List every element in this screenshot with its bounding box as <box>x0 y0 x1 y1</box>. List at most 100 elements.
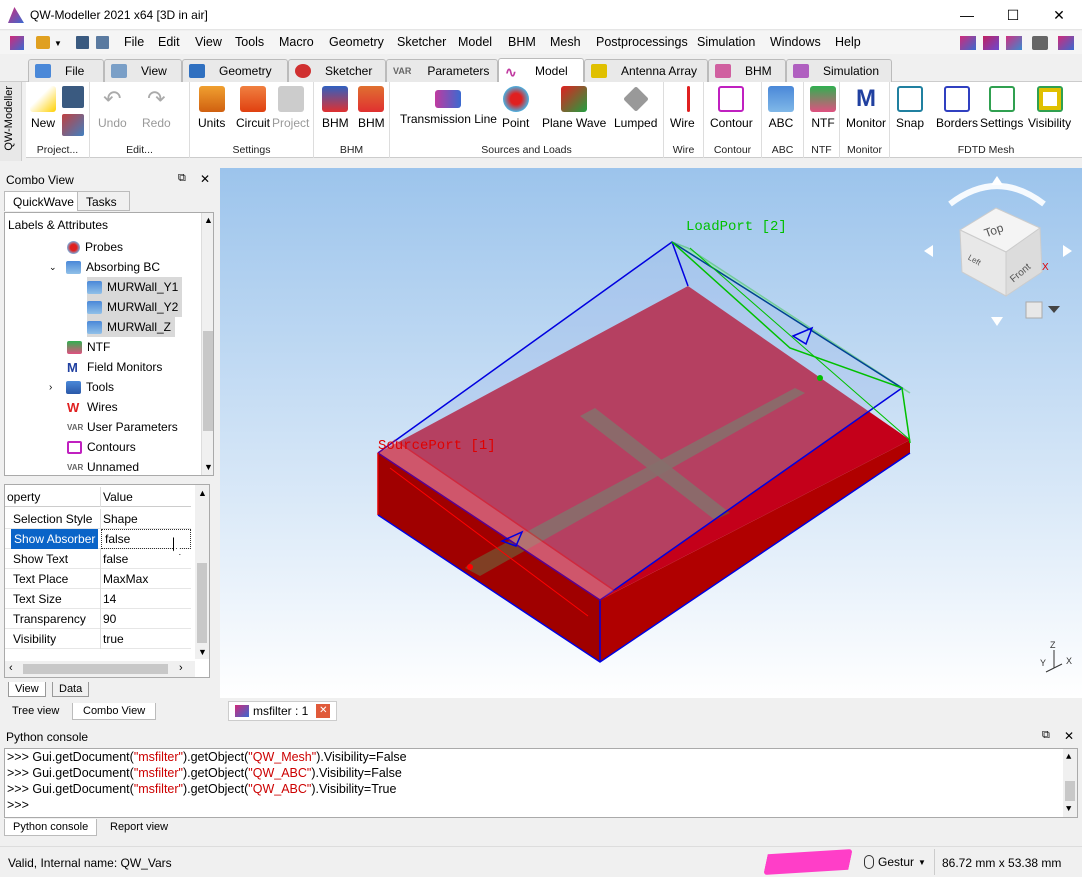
float-panel-icon[interactable]: ⧉ <box>178 172 186 185</box>
menu-geometry[interactable]: Geometry <box>329 35 384 49</box>
tab-view[interactable]: View <box>104 59 182 82</box>
scroll-up-icon[interactable]: ▲ <box>204 215 213 225</box>
scroll-thumb[interactable] <box>1065 781 1075 801</box>
tree-item-murwall-y1[interactable]: MURWall_Y1 <box>87 277 183 297</box>
3d-viewport[interactable]: LoadPort [2] SourcePort [1] Top Front Le… <box>220 168 1082 698</box>
tree-item-user-parameters[interactable]: VAR User Parameters <box>67 417 178 437</box>
collapse-arrow-icon[interactable]: › <box>49 382 61 393</box>
expand-arrow-icon[interactable]: ⌄ <box>49 262 61 273</box>
scroll-thumb[interactable] <box>23 664 168 674</box>
minimize-button[interactable]: — <box>944 0 990 30</box>
tab-tree-view[interactable]: Tree view <box>4 703 67 719</box>
tab-bhm[interactable]: BHM <box>708 59 786 82</box>
point-source-button[interactable]: Point <box>502 86 529 130</box>
scroll-up-icon[interactable]: ▲ <box>198 488 207 498</box>
menu-model[interactable]: Model <box>458 35 492 49</box>
property-row[interactable]: Text Size 14 <box>5 589 191 609</box>
props-hscrollbar[interactable]: ‹ › <box>5 661 195 677</box>
menu-sketcher[interactable]: Sketcher <box>397 35 446 49</box>
scroll-left-icon[interactable]: ‹ <box>9 662 13 674</box>
bhm-dropdown-button[interactable]: BHM <box>322 86 349 130</box>
scroll-thumb[interactable] <box>197 563 207 643</box>
new-button[interactable]: New <box>30 86 56 130</box>
plane-wave-button[interactable]: Plane Wave <box>542 86 606 130</box>
qw-tool-icon-5[interactable] <box>1058 36 1074 50</box>
borders-button[interactable]: Borders <box>936 86 978 130</box>
contour-button[interactable]: Contour <box>710 86 753 130</box>
visibility-button[interactable]: Visibility <box>1028 86 1071 130</box>
scroll-down-icon[interactable]: ▼ <box>1066 804 1071 814</box>
open-icon[interactable] <box>36 36 50 49</box>
toolbar-logo-icon[interactable] <box>10 36 24 50</box>
ntf-button[interactable]: NTF <box>810 86 836 130</box>
circuit-button[interactable]: Circuit <box>236 86 270 130</box>
bhm-button[interactable]: BHM <box>358 86 385 130</box>
lumped-button[interactable]: Lumped <box>614 86 657 130</box>
tab-python-console[interactable]: Python console <box>4 819 98 836</box>
tree-item-probes[interactable]: Probes <box>67 237 123 257</box>
tree-item-murwall-z[interactable]: MURWall_Z <box>87 317 176 337</box>
nav-arrow-down-icon[interactable] <box>991 317 1003 326</box>
tree-item-field-monitors[interactable]: M Field Monitors <box>67 357 162 377</box>
nav-arrow-left-icon[interactable] <box>924 245 933 257</box>
menu-simulation[interactable]: Simulation <box>697 35 755 49</box>
nav-arrow-up-icon[interactable] <box>991 176 1003 185</box>
property-row[interactable]: Transparency 90 <box>5 609 191 629</box>
tab-report-view[interactable]: Report view <box>104 819 174 835</box>
close-panel-icon[interactable]: ✕ <box>1064 729 1074 743</box>
tab-prop-view[interactable]: View <box>8 682 46 697</box>
tab-model[interactable]: ∿ Model <box>498 58 584 82</box>
tree-item-tools[interactable]: › Tools <box>49 377 114 397</box>
document-tab[interactable]: msfilter : 1 ✕ <box>228 701 338 721</box>
project-settings-button[interactable]: Project <box>272 86 309 130</box>
menu-bhm[interactable]: BHM <box>508 35 536 49</box>
navcube-menu-arrow-icon[interactable] <box>1048 306 1060 313</box>
menu-tools[interactable]: Tools <box>235 35 264 49</box>
tree-item-unnamed[interactable]: VAR Unnamed <box>67 457 139 475</box>
3d-scene[interactable]: LoadPort [2] SourcePort [1] Top Front Le… <box>220 168 1082 698</box>
property-row[interactable]: Show Text false <box>5 549 191 569</box>
snap-button[interactable]: Snap <box>896 86 924 130</box>
transmission-line-button[interactable]: Transmission Line <box>400 86 497 126</box>
tab-geometry[interactable]: Geometry <box>182 59 288 82</box>
menu-mesh[interactable]: Mesh <box>550 35 581 49</box>
scroll-thumb[interactable] <box>203 331 213 431</box>
nav-rotate-arc-icon[interactable] <box>948 183 1046 207</box>
qw-tool-icon-4[interactable] <box>1032 36 1048 50</box>
property-row[interactable]: Text Place MaxMax <box>5 569 191 589</box>
ribbon-group-label[interactable]: Edit... <box>90 144 189 156</box>
tab-antenna-array[interactable]: Antenna Array <box>584 59 708 82</box>
tree-item-wires[interactable]: W Wires <box>67 397 118 417</box>
props-vscrollbar[interactable]: ▲ ▼ <box>195 485 209 659</box>
ribbon-group-label[interactable]: Project... <box>26 144 89 156</box>
tab-sketcher[interactable]: Sketcher <box>288 59 386 82</box>
tab-file[interactable]: File <box>28 59 104 82</box>
scroll-down-icon[interactable]: ▼ <box>204 462 213 472</box>
tab-parameters[interactable]: VAR Parameters <box>386 59 498 82</box>
menu-postprocessings[interactable]: Postprocessings <box>596 35 688 49</box>
menu-edit[interactable]: Edit <box>158 35 180 49</box>
navcube-menu-cube-icon[interactable] <box>1025 301 1043 319</box>
menu-windows[interactable]: Windows <box>770 35 821 49</box>
abc-button[interactable]: ABC <box>768 86 794 130</box>
units-button[interactable]: Units <box>198 86 225 130</box>
scroll-down-icon[interactable]: ▼ <box>198 647 207 657</box>
close-panel-icon[interactable]: ✕ <box>200 172 210 186</box>
tree-item-contours[interactable]: Contours <box>67 437 136 457</box>
navigation-style-button[interactable]: Gestur ▼ <box>864 855 926 869</box>
export-project-icon[interactable] <box>62 114 84 136</box>
tree-item-ntf[interactable]: NTF <box>67 337 110 357</box>
property-row-selected[interactable]: Show Absorber false <box>5 529 191 549</box>
undo-button[interactable]: ↶ Undo <box>98 86 127 130</box>
menu-macro[interactable]: Macro <box>279 35 314 49</box>
qw-tool-icon-2[interactable] <box>983 36 999 50</box>
menu-view[interactable]: View <box>195 35 222 49</box>
qw-tool-icon-3[interactable] <box>1006 36 1022 50</box>
mesh-settings-button[interactable]: Settings <box>980 86 1023 130</box>
float-panel-icon[interactable]: ⧉ <box>1042 729 1050 742</box>
tree-item-murwall-y2[interactable]: MURWall_Y2 <box>87 297 183 317</box>
monitor-button[interactable]: M Monitor <box>846 86 886 131</box>
tree-item-absorbing-bc[interactable]: ⌄ Absorbing BC <box>49 257 160 277</box>
console-prompt[interactable]: >>> <box>7 798 29 814</box>
menu-file[interactable]: File <box>124 35 144 49</box>
